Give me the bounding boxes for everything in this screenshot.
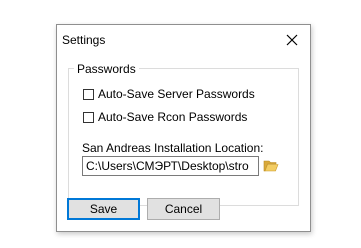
folder-icon (263, 160, 279, 172)
auto-save-rcon-passwords-option[interactable]: Auto-Save Rcon Passwords (83, 109, 247, 125)
title-bar: Settings (57, 25, 310, 55)
save-button[interactable]: Save (67, 198, 140, 220)
auto-save-server-passwords-checkbox[interactable] (83, 88, 94, 100)
install-location-label: San Andreas Installation Location: (82, 141, 264, 155)
install-location-field[interactable]: C:\Users\СМЭРТ\Desktop\stro (82, 156, 259, 176)
close-button[interactable] (274, 25, 310, 55)
auto-save-rcon-passwords-label: Auto-Save Rcon Passwords (98, 110, 248, 124)
passwords-group-label: Passwords (74, 62, 139, 76)
dialog-title: Settings (62, 33, 106, 47)
settings-dialog: Settings Passwords Auto-Save Server Pass… (56, 24, 311, 232)
browse-folder-button[interactable] (263, 158, 279, 174)
auto-save-rcon-passwords-checkbox[interactable] (83, 111, 94, 123)
close-icon (286, 34, 298, 46)
auto-save-server-passwords-label: Auto-Save Server Passwords (98, 87, 255, 101)
auto-save-server-passwords-option[interactable]: Auto-Save Server Passwords (83, 86, 255, 102)
cancel-button[interactable]: Cancel (147, 198, 220, 220)
